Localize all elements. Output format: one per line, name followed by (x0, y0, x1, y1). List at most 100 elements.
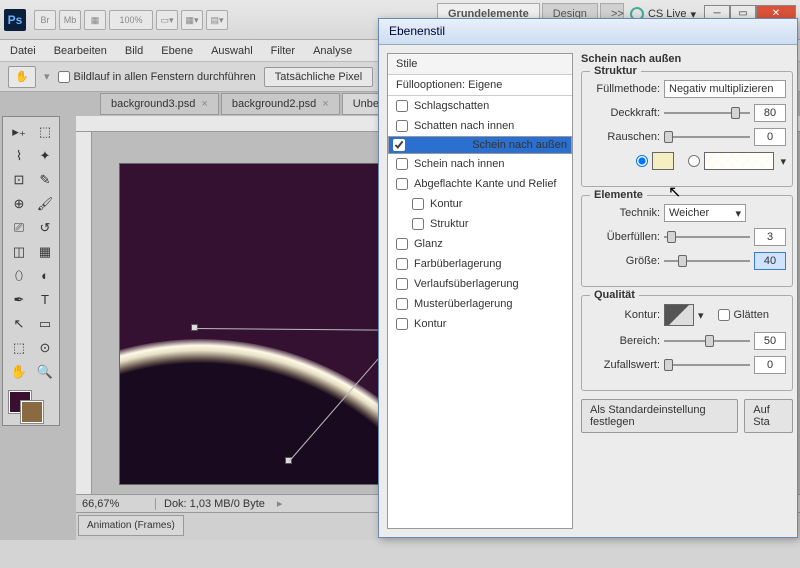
glow-color[interactable] (652, 152, 674, 170)
brush-tool[interactable]: 🖌 (33, 193, 57, 215)
style-checkbox[interactable] (396, 258, 408, 270)
style-checkbox[interactable] (412, 198, 424, 210)
minibridge-btn[interactable]: Mb (59, 10, 81, 30)
style-schein-nach-au-en[interactable]: Schein nach außen (388, 136, 572, 154)
dialog-title[interactable]: Ebenenstil (379, 19, 797, 45)
noise-slider[interactable] (664, 129, 750, 145)
style-struktur[interactable]: Struktur (388, 214, 572, 234)
qualitaet-legend: Qualität (590, 289, 639, 301)
3d-tool[interactable]: ⬚ (7, 337, 31, 359)
style-kontur[interactable]: Kontur (388, 314, 572, 334)
arrange-btn[interactable]: ▤▾ (206, 10, 228, 30)
gradient-radio[interactable] (688, 155, 700, 167)
glatten-checkbox[interactable]: Glätten (718, 309, 769, 321)
style-schatten-nach-innen[interactable]: Schatten nach innen (388, 116, 572, 136)
style-glanz[interactable]: Glanz (388, 234, 572, 254)
menu-filter[interactable]: Filter (271, 45, 295, 57)
actual-pixels-btn[interactable]: Tatsächliche Pixel (264, 67, 373, 87)
hand-tool[interactable]: ✋ (7, 361, 31, 383)
style-checkbox[interactable] (412, 218, 424, 230)
wand-tool[interactable]: ✦ (33, 145, 57, 167)
jitter-value[interactable]: 0 (754, 356, 786, 374)
style-checkbox[interactable] (396, 298, 408, 310)
menu-ebene[interactable]: Ebene (161, 45, 193, 57)
zoom-value[interactable]: 66,67% (76, 498, 156, 510)
close-icon[interactable]: × (322, 98, 328, 110)
kontur-picker[interactable] (664, 304, 694, 326)
style-verlaufs-berlagerung[interactable]: Verlaufsüberlagerung (388, 274, 572, 294)
style-muster-berlagerung[interactable]: Musterüberlagerung (388, 294, 572, 314)
style-checkbox[interactable] (396, 120, 408, 132)
spread-slider[interactable] (664, 229, 750, 245)
doc-tab-bg3[interactable]: background3.psd× (100, 93, 219, 115)
screen-mode-btn[interactable]: ▦▾ (181, 10, 203, 30)
style-checkbox[interactable] (396, 178, 408, 190)
3d-camera-tool[interactable]: ⊙ (33, 337, 57, 359)
pen-tool[interactable]: ✒ (7, 289, 31, 311)
path-select-tool[interactable]: ↖ (7, 313, 31, 335)
jitter-slider[interactable] (664, 357, 750, 373)
bridge-btn[interactable]: Br (34, 10, 56, 30)
range-slider[interactable] (664, 333, 750, 349)
shape-tool[interactable]: ▭ (33, 313, 57, 335)
gradient-tool[interactable]: ▦ (33, 241, 57, 263)
animation-tab[interactable]: Animation (Frames) (78, 515, 184, 536)
noise-value[interactable]: 0 (754, 128, 786, 146)
menu-auswahl[interactable]: Auswahl (211, 45, 253, 57)
view-docs-btn[interactable]: ▭▾ (156, 10, 178, 30)
make-default-btn[interactable]: Als Standardeinstellung festlegen (581, 399, 738, 433)
close-icon[interactable]: × (201, 98, 207, 110)
dodge-tool[interactable]: ◐ (33, 265, 57, 287)
move-tool[interactable]: ▸₊ (7, 121, 31, 143)
color-swatches[interactable] (7, 389, 57, 421)
heal-tool[interactable]: ⊕ (7, 193, 31, 215)
style-checkbox[interactable] (396, 100, 408, 112)
style-checkbox[interactable] (396, 238, 408, 250)
menu-bild[interactable]: Bild (125, 45, 143, 57)
style-checkbox[interactable] (396, 318, 408, 330)
scroll-all-checkbox[interactable]: Bildlauf in allen Fenstern durchführen (58, 71, 256, 83)
style-checkbox[interactable] (396, 158, 408, 170)
style-schlagschatten[interactable]: Schlagschatten (388, 96, 572, 116)
lasso-tool[interactable]: ⌇ (7, 145, 31, 167)
extras-btn[interactable]: ▦ (84, 10, 106, 30)
menu-bearbeiten[interactable]: Bearbeiten (54, 45, 107, 57)
zoom-level[interactable]: 100% (109, 10, 153, 30)
styles-header[interactable]: Stile (388, 54, 572, 75)
type-tool[interactable]: T (33, 289, 57, 311)
glatten-label: Glätten (734, 309, 769, 321)
size-slider[interactable] (664, 253, 750, 269)
style-checkbox[interactable] (396, 278, 408, 290)
hand-tool-icon[interactable]: ✋ (8, 66, 36, 88)
eraser-tool[interactable]: ◫ (7, 241, 31, 263)
menu-analyse[interactable]: Analyse (313, 45, 352, 57)
fill-method-select[interactable]: Negativ multiplizieren (664, 80, 786, 98)
range-value[interactable]: 50 (754, 332, 786, 350)
size-value[interactable]: 40 (754, 252, 786, 270)
ruler-vertical[interactable] (76, 132, 92, 494)
history-brush-tool[interactable]: ↺ (33, 217, 57, 239)
menu-datei[interactable]: Datei (10, 45, 36, 57)
fill-options[interactable]: Füllooptionen: Eigene (388, 75, 572, 96)
doc-tab-bg2[interactable]: background2.psd× (221, 93, 340, 115)
opacity-slider[interactable] (664, 105, 750, 121)
style-farb-berlagerung[interactable]: Farbüberlagerung (388, 254, 572, 274)
reset-default-btn[interactable]: Auf Sta (744, 399, 793, 433)
crop-tool[interactable]: ⊡ (7, 169, 31, 191)
spread-value[interactable]: 3 (754, 228, 786, 246)
gradient-picker[interactable] (704, 152, 774, 170)
canvas[interactable] (120, 164, 420, 484)
style-abgeflachte-kante-und-relief[interactable]: Abgeflachte Kante und Relief (388, 174, 572, 194)
background-color[interactable] (21, 401, 43, 423)
stamp-tool[interactable]: ⎚ (7, 217, 31, 239)
style-kontur[interactable]: Kontur (388, 194, 572, 214)
zoom-tool[interactable]: 🔍 (33, 361, 57, 383)
eyedropper-tool[interactable]: ✎ (33, 169, 57, 191)
blur-tool[interactable]: ⬯ (7, 265, 31, 287)
style-checkbox[interactable] (393, 139, 405, 151)
technik-select[interactable]: Weicher▾ (664, 204, 746, 222)
color-radio[interactable] (636, 155, 648, 167)
style-schein-nach-innen[interactable]: Schein nach innen (388, 154, 572, 174)
marquee-tool[interactable]: ⬚ (33, 121, 57, 143)
opacity-value[interactable]: 80 (754, 104, 786, 122)
